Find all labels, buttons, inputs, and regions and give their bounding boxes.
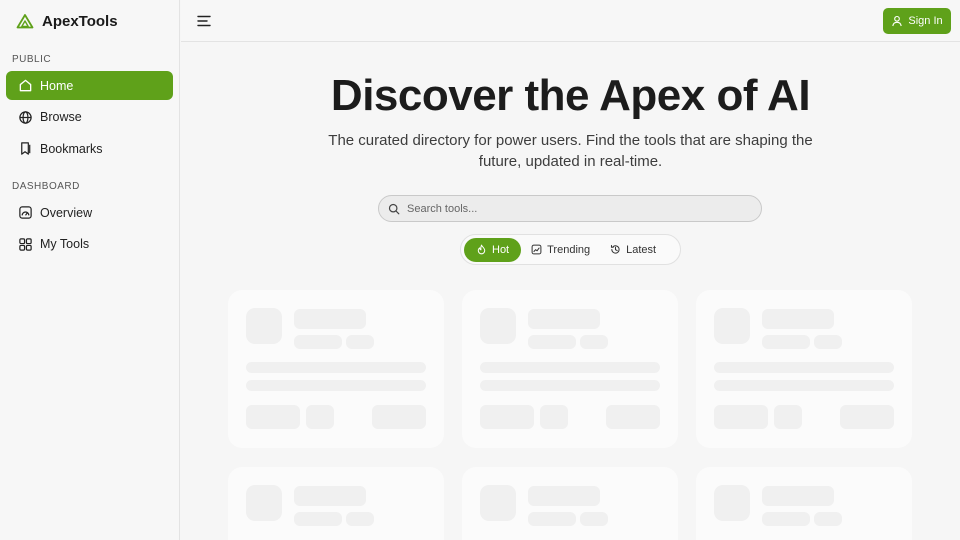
grid-icon (19, 237, 32, 251)
brand-name: ApexTools (42, 12, 118, 30)
tab-latest[interactable]: Latest (600, 238, 666, 262)
home-icon (19, 79, 32, 92)
hero-subtitle: The curated directory for power users. F… (328, 132, 813, 170)
sidebar-item-label: Browse (40, 110, 82, 124)
tool-card-skeleton (696, 467, 912, 540)
sidebar-item-label: Overview (40, 205, 93, 220)
bookmark-icon (21, 142, 31, 155)
search-input[interactable] (407, 202, 737, 215)
trending-chart-icon (531, 244, 542, 255)
topbar: Sign In (181, 0, 960, 42)
tool-card-skeleton (228, 467, 444, 540)
sidebar-item-home[interactable]: Home (6, 71, 173, 100)
main-content: Discover the Apex of AI The curated dire… (181, 43, 960, 540)
feed-tabs: Hot Trending Latest (460, 234, 681, 265)
tool-card-skeleton (462, 290, 678, 448)
sidebar-section-public: PUBLIC (12, 54, 52, 65)
sidebar-item-overview[interactable]: Overview (6, 198, 173, 227)
search-icon (388, 203, 400, 214)
sign-in-button[interactable]: Sign In (883, 8, 951, 34)
hero-title: Discover the Apex of AI (330, 71, 811, 120)
tab-hot[interactable]: Hot (464, 237, 522, 262)
sidebar-item-label: Home (40, 78, 74, 93)
tab-label: Trending (547, 243, 591, 256)
sidebar-item-bookmarks[interactable]: Bookmarks (6, 134, 173, 163)
globe-icon (19, 110, 32, 124)
search-bar[interactable] (378, 195, 762, 222)
tab-label: Latest (626, 243, 657, 256)
flame-icon (477, 244, 486, 255)
sidebar-item-label: My Tools (40, 237, 90, 251)
menu-icon[interactable] (196, 13, 212, 29)
tool-card-skeleton (228, 290, 444, 448)
sidebar-section-dashboard: DASHBOARD (12, 181, 80, 192)
brand[interactable]: ApexTools (0, 0, 179, 42)
history-icon (611, 244, 620, 254)
apex-triangle-logo-icon (16, 13, 34, 29)
user-icon (892, 15, 903, 27)
sidebar-item-my-tools[interactable]: My Tools (6, 230, 173, 259)
tab-label: Hot (492, 243, 510, 256)
tab-trending[interactable]: Trending (521, 238, 600, 262)
tool-card-skeleton (462, 467, 678, 540)
sign-in-label: Sign In (908, 15, 943, 27)
tool-card-skeleton (696, 290, 912, 448)
dashboard-icon (19, 206, 32, 219)
sidebar: ApexTools PUBLIC Home Browse Bookmarks D… (0, 0, 180, 540)
sidebar-item-label: Bookmarks (40, 141, 103, 156)
sidebar-item-browse[interactable]: Browse (6, 103, 173, 132)
